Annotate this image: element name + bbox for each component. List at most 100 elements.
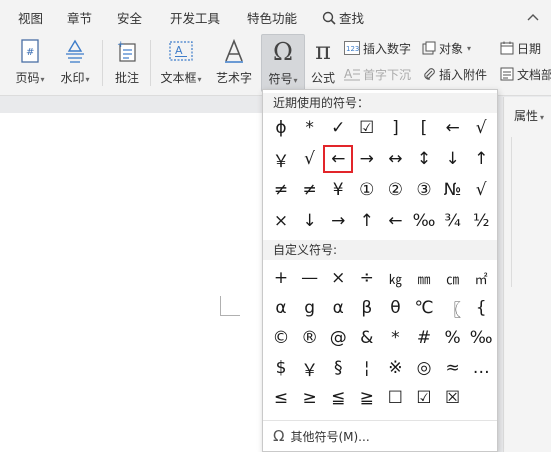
page-number-label: 页码 (15, 71, 40, 85)
custom_symbols-0-6[interactable]: ㎝ (438, 264, 468, 292)
custom_symbols-4-4[interactable]: ☐ (380, 384, 410, 412)
recent_symbols-1-2[interactable]: ← (323, 145, 354, 173)
custom_symbols-4-2[interactable]: ≦ (323, 384, 353, 412)
recent_symbols-3-7[interactable]: ½ (466, 207, 496, 235)
recent_symbols-3-5[interactable]: ‰ (409, 207, 439, 235)
recent_symbols-2-2[interactable]: ¥ (323, 176, 353, 204)
custom_symbols-4-3[interactable]: ≧ (352, 384, 382, 412)
properties-panel-header[interactable]: 属性 ▾ (514, 107, 544, 124)
custom_symbols-0-2[interactable]: × (323, 264, 353, 292)
custom_symbols-1-3[interactable]: β (352, 294, 382, 322)
custom_symbols-2-4[interactable]: * (380, 324, 410, 352)
custom_symbols-1-5[interactable]: ℃ (409, 294, 439, 322)
panel-content (504, 137, 512, 287)
custom_symbols-2-5[interactable]: # (409, 324, 439, 352)
watermark-button[interactable]: 水印▾ (56, 34, 94, 92)
custom_symbols-3-3[interactable]: ¦ (352, 354, 382, 382)
custom_symbols-4-6[interactable]: ☒ (438, 384, 468, 412)
custom_symbols-2-6[interactable]: % (438, 324, 468, 352)
recent_symbols-3-3[interactable]: ↑ (352, 207, 382, 235)
custom_symbols-3-7[interactable]: … (466, 354, 496, 382)
doc-parts-button[interactable]: 文档部 (500, 64, 551, 84)
custom_symbols-0-0[interactable]: + (266, 264, 296, 292)
object-button[interactable]: 对象 ▾ (422, 38, 471, 58)
menu-special-features[interactable]: 特色功能 (247, 8, 297, 27)
watermark-icon (61, 37, 89, 65)
recent_symbols-0-6[interactable]: ← (438, 114, 468, 142)
custom_symbols-3-0[interactable]: $ (266, 354, 296, 382)
recent_symbols-0-4[interactable]: ] (380, 114, 410, 142)
menu-chapter[interactable]: 章节 (67, 8, 92, 27)
recent_symbols-1-5[interactable]: ↕ (409, 145, 439, 173)
custom_symbols-4-5[interactable]: ☑ (409, 384, 439, 412)
formula-button[interactable]: π 公式 (306, 34, 340, 92)
custom_symbols-1-6[interactable]: 〖 (438, 294, 468, 322)
calendar-icon (500, 41, 514, 55)
recent_symbols-2-7[interactable]: √ (466, 176, 496, 204)
recent_symbols-0-7[interactable]: √ (466, 114, 496, 142)
recent_symbols-1-4[interactable]: ↔ (380, 145, 410, 173)
custom_symbols-0-3[interactable]: ÷ (352, 264, 382, 292)
custom_symbols-1-1[interactable]: g (295, 294, 325, 322)
custom_symbols-3-1[interactable]: ￥ (295, 354, 325, 382)
recent_symbols-3-1[interactable]: ↓ (295, 207, 325, 235)
custom_symbols-3-5[interactable]: ◎ (409, 354, 439, 382)
recent_symbols-0-1[interactable]: * (295, 114, 325, 142)
recent_symbols-2-4[interactable]: ② (380, 176, 410, 204)
recent_symbols-0-5[interactable]: [ (409, 114, 439, 142)
recent_symbols-2-6[interactable]: № (438, 176, 468, 204)
recent_symbols-0-2[interactable]: ✓ (323, 114, 353, 142)
recent_symbols-1-7[interactable]: ↑ (466, 145, 496, 173)
search-label: 查找 (339, 11, 365, 26)
recent_symbols-3-6[interactable]: ¾ (438, 207, 468, 235)
collapse-ribbon-button[interactable] (527, 10, 539, 24)
custom_symbols-0-4[interactable]: ㎏ (380, 264, 410, 292)
recent_symbols-1-3[interactable]: → (352, 145, 382, 173)
custom_symbols-1-7[interactable]: { (466, 294, 496, 322)
dropcap-button[interactable]: A 首字下沉 (344, 64, 411, 84)
custom_symbols-3-2[interactable]: § (323, 354, 353, 382)
recent_symbols-1-1[interactable]: √ (295, 145, 325, 173)
custom_symbols-2-7[interactable]: ‰ (466, 324, 496, 352)
menu-search[interactable]: 查找 (322, 8, 364, 27)
custom_symbols-3-4[interactable]: ※ (380, 354, 410, 382)
custom_symbols-1-0[interactable]: α (266, 294, 296, 322)
recent_symbols-2-0[interactable]: ≠ (266, 176, 296, 204)
recent_symbols-2-5[interactable]: ③ (409, 176, 439, 204)
recent_symbols-3-0[interactable]: × (266, 207, 296, 235)
custom_symbols-1-2[interactable]: α (323, 294, 353, 322)
recent_symbols-1-0[interactable]: ￥ (266, 145, 296, 173)
custom_symbols-4-1[interactable]: ≥ (295, 384, 325, 412)
custom_symbols-0-7[interactable]: ㎡ (466, 264, 496, 292)
recent_symbols-0-0[interactable]: ϕ (266, 114, 296, 142)
custom_symbols-2-0[interactable]: © (266, 324, 296, 352)
custom_symbols-1-4[interactable]: θ (380, 294, 410, 322)
custom_symbols-0-5[interactable]: ㎜ (409, 264, 439, 292)
symbol-button[interactable]: Ω 符号▾ (261, 34, 305, 92)
menu-view[interactable]: 视图 (18, 8, 43, 27)
comment-button[interactable]: + 批注 (110, 34, 144, 92)
recent_symbols-3-2[interactable]: → (323, 207, 353, 235)
recent_symbols-3-4[interactable]: ← (380, 207, 410, 235)
insert-number-button[interactable]: 123 插入数字 (344, 38, 411, 58)
custom_symbols-3-6[interactable]: ≈ (438, 354, 468, 382)
attachment-button[interactable]: 插入附件 (422, 64, 487, 84)
wordart-button[interactable]: 艺术字 (212, 34, 256, 92)
date-button[interactable]: 日期 (500, 38, 541, 58)
recent_symbols-0-3[interactable]: ☑ (352, 114, 382, 142)
custom_symbols-4-0[interactable]: ≤ (266, 384, 296, 412)
page-number-button[interactable]: # 页码▾ (8, 34, 52, 92)
recent_symbols-2-1[interactable]: ≠ (295, 176, 325, 204)
menu-developer-tools[interactable]: 开发工具 (170, 8, 220, 27)
recent_symbols-2-3[interactable]: ① (352, 176, 382, 204)
custom_symbols-0-1[interactable]: — (295, 264, 325, 292)
custom_symbols-2-1[interactable]: ® (295, 324, 325, 352)
ribbon-toolbar: # 页码▾ 水印▾ + 批注 A 文本框▾ 艺术字 Ω 符号▾ π 公式 123 (0, 32, 551, 96)
custom_symbols-2-3[interactable]: & (352, 324, 382, 352)
custom_symbols-2-2[interactable]: @ (323, 324, 353, 352)
object-label: 对象 (439, 41, 464, 56)
recent_symbols-1-6[interactable]: ↓ (438, 145, 468, 173)
textbox-button[interactable]: A 文本框▾ (157, 34, 205, 92)
menu-security[interactable]: 安全 (117, 8, 142, 27)
more-symbols-button[interactable]: Ω 其他符号(M)... (273, 427, 370, 445)
